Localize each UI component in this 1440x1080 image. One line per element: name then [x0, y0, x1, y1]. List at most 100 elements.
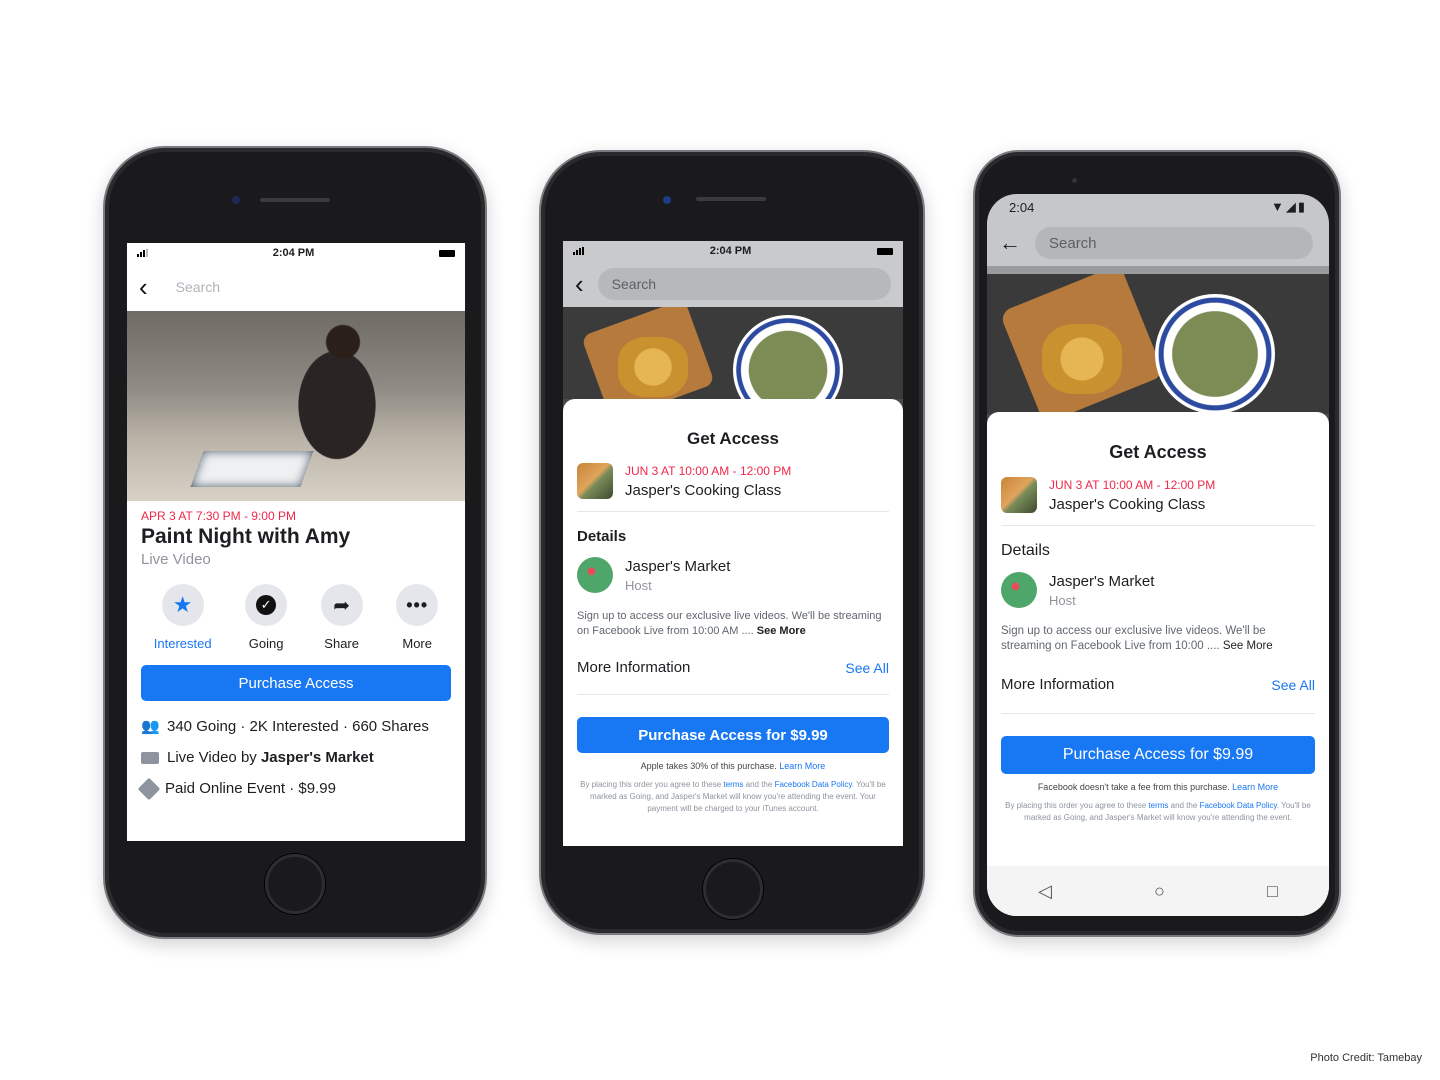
fine-print-2: and the [1170, 801, 1198, 810]
host-row[interactable]: Jasper's Market Host [1001, 572, 1315, 608]
fee-note-text: Apple takes 30% of this purchase. [640, 761, 777, 771]
front-camera [663, 196, 671, 204]
share-arrow-icon: ➦ [333, 594, 351, 617]
purchase-access-button[interactable]: Purchase Access for $9.99 [1001, 736, 1315, 774]
fee-note: Facebook doesn't take a fee from this pu… [1001, 782, 1315, 792]
interested-label: Interested [153, 636, 212, 651]
host-avatar [577, 557, 613, 593]
event-name: Jasper's Cooking Class [1049, 495, 1206, 513]
more-info-heading: More Information [577, 659, 691, 676]
event-date: APR 3 AT 7:30 PM - 9:00 PM [141, 509, 296, 523]
host-avatar [1001, 572, 1037, 608]
more-info-heading: More Information [1001, 676, 1115, 693]
host-role: Host [1049, 592, 1076, 608]
status-bar: 2:04 ▼◢▮ [987, 194, 1329, 220]
phone-2-screen: 2:04 PM ‹ Search Get Access JUN 3 AT 10:… [563, 241, 903, 846]
dimmed-header: 2:04 PM ‹ Search [563, 241, 903, 307]
back-arrow-icon[interactable]: ‹ [575, 271, 584, 297]
search-input[interactable]: Search [1035, 227, 1313, 259]
fine-print: By placing this order you agree to these… [577, 779, 889, 815]
painter-figure [277, 321, 397, 461]
host-name: Jasper's Market [625, 557, 731, 575]
phone-3-frame: 2:04 ▼◢▮ ← Search Get Access JUN 3 AT 10… [973, 150, 1341, 937]
search-placeholder: Search [1049, 234, 1097, 252]
search-input[interactable]: Search [597, 268, 891, 300]
event-cover-photo [127, 311, 465, 501]
data-policy-link[interactable]: Facebook Data Policy [775, 780, 852, 789]
share-label: Share [324, 636, 359, 651]
host-name: Jasper's Market [1049, 572, 1155, 590]
more-button[interactable]: ••• More [396, 584, 439, 651]
event-title: Paint Night with Amy [141, 525, 351, 548]
home-button[interactable] [265, 854, 325, 914]
plate [1155, 294, 1275, 414]
back-arrow-icon[interactable]: ← [999, 230, 1021, 256]
live-by-host-link[interactable]: Jasper's Market [261, 749, 374, 766]
action-row: ★ Interested ✓ Going ➦ Share ••• More [127, 584, 465, 651]
sheet-title: Get Access [687, 429, 779, 448]
details-heading: Details [577, 528, 627, 545]
event-description: Sign up to access our exclusive live vid… [1001, 624, 1315, 654]
see-all-link[interactable]: See All [1271, 677, 1315, 693]
event-summary: JUN 3 AT 10:00 AM - 12:00 PM Jasper's Co… [1001, 477, 1315, 526]
fine-print-1: By placing this order you agree to these [1005, 801, 1147, 810]
purchase-access-button[interactable]: Purchase Access [141, 665, 451, 701]
terms-link[interactable]: terms [1148, 801, 1168, 810]
search-placeholder: Search [611, 276, 657, 292]
stats-row: 👥 340 Going · 2K Interested · 660 Shares [141, 717, 451, 736]
phone-1-frame: 2:04 PM ‹ Search APR 3 AT 7:30 PM - 9:00… [103, 146, 487, 939]
front-camera [232, 196, 240, 204]
search-input[interactable]: Search [161, 271, 453, 303]
canvas-on-floor [190, 451, 314, 487]
wifi-signal-battery-icon: ▼◢▮ [1270, 199, 1307, 214]
event-summary: JUN 3 AT 10:00 AM - 12:00 PM Jasper's Co… [577, 463, 889, 512]
going-button[interactable]: ✓ Going [245, 584, 288, 651]
phone-2-frame: 2:04 PM ‹ Search Get Access JUN 3 AT 10:… [539, 150, 925, 935]
host-role: Host [625, 577, 652, 593]
nav-recents-icon[interactable]: □ [1267, 881, 1278, 902]
home-button[interactable] [703, 859, 763, 919]
battery-icon [876, 247, 893, 255]
nav-home-icon[interactable]: ○ [1154, 881, 1165, 902]
learn-more-link[interactable]: Learn More [1232, 782, 1278, 792]
nav-bar: ‹ Search [127, 263, 465, 311]
event-description: Sign up to access our exclusive live vid… [577, 609, 889, 639]
see-all-link[interactable]: See All [845, 660, 889, 676]
purchase-access-button[interactable]: Purchase Access for $9.99 [577, 717, 889, 753]
status-time: 2:04 PM [272, 247, 315, 259]
host-row[interactable]: Jasper's Market Host [577, 557, 889, 593]
back-arrow-icon[interactable]: ‹ [139, 274, 148, 300]
android-nav-bar: ◁ ○ □ [987, 866, 1329, 916]
paid-event-text: Paid Online Event · $9.99 [165, 780, 336, 797]
fee-note: Apple takes 30% of this purchase. Learn … [577, 761, 889, 771]
nav-back-icon[interactable]: ◁ [1038, 881, 1052, 902]
event-date: JUN 3 AT 10:00 AM - 12:00 PM [625, 463, 792, 478]
event-type: Live Video [141, 551, 211, 568]
terms-link[interactable]: terms [723, 780, 743, 789]
video-camera-icon [141, 751, 159, 764]
interested-button[interactable]: ★ Interested [154, 584, 212, 651]
share-button[interactable]: ➦ Share [320, 584, 363, 651]
more-label: More [402, 636, 432, 651]
get-access-sheet: Get Access JUN 3 AT 10:00 AM - 12:00 PM … [987, 412, 1329, 916]
fee-note-text: Facebook doesn't take a fee from this pu… [1037, 782, 1230, 792]
see-more-link[interactable]: See More [1223, 640, 1273, 652]
learn-more-link[interactable]: Learn More [779, 761, 825, 771]
stage: 2:04 PM ‹ Search APR 3 AT 7:30 PM - 9:00… [0, 0, 1440, 1080]
status-bar: 2:04 PM [563, 241, 903, 261]
phone-3-screen: 2:04 ▼◢▮ ← Search Get Access JUN 3 AT 10… [987, 194, 1329, 916]
signal-icon [573, 247, 584, 255]
data-policy-link[interactable]: Facebook Data Policy [1200, 801, 1277, 810]
speaker-grille [696, 197, 766, 201]
battery-icon [438, 249, 455, 257]
more-info-row: More Information See All [577, 659, 889, 695]
paid-event-row: Paid Online Event · $9.99 [137, 777, 451, 800]
see-more-link[interactable]: See More [757, 625, 806, 637]
going-label: Going [248, 636, 284, 651]
plate [733, 315, 843, 399]
dimmed-header: 2:04 ▼◢▮ ← Search [987, 194, 1329, 274]
live-video-row: Live Video by Jasper's Market [141, 749, 451, 766]
event-name: Jasper's Cooking Class [625, 481, 782, 499]
description-text: Sign up to access our exclusive live vid… [577, 610, 882, 637]
nav-bar: ← Search [987, 220, 1329, 266]
